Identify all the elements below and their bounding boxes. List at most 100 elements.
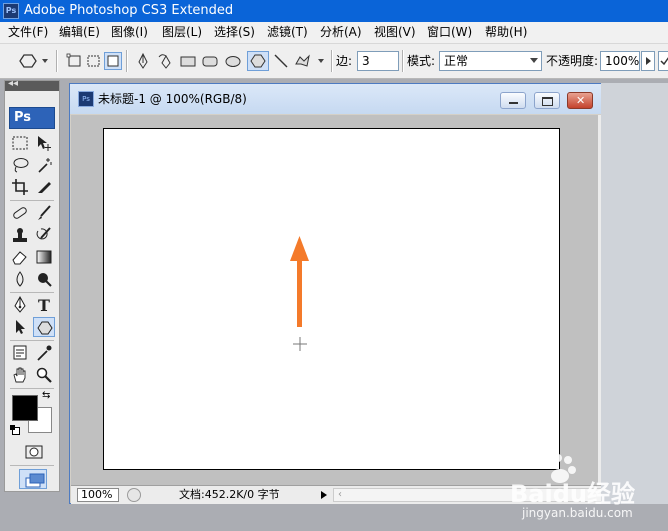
opacity-label: 不透明度: [546,54,599,68]
polygon-icon [37,321,53,335]
toolbox-panel: ◂◂ Ps T ⇆ [4,78,60,492]
status-info-icon[interactable] [127,488,141,502]
status-menu-arrow-icon[interactable] [321,491,327,499]
menu-window[interactable]: 窗口(W) [427,24,472,40]
crop-tool[interactable] [9,177,31,197]
pen-icon [14,296,26,313]
document-title: 未标题-1 @ 100%(RGB/8) [98,92,247,106]
pen-tool-option[interactable] [134,52,152,70]
magic-wand-icon [38,158,52,173]
ellipse-option[interactable] [224,52,242,70]
menu-select[interactable]: 选择(S) [214,24,255,40]
menu-help[interactable]: 帮助(H) [485,24,527,40]
sides-label: 边: [336,54,353,68]
menu-layer[interactable]: 图层(L) [162,24,202,40]
eraser-tool[interactable] [9,247,31,267]
hand-icon [13,367,26,383]
rounded-rectangle-icon [202,56,218,67]
custom-shape-option[interactable] [293,52,327,70]
swap-colors-icon[interactable]: ⇆ [42,390,50,401]
gradient-tool[interactable] [33,247,55,267]
type-tool[interactable]: T [33,295,55,315]
fill-pixels-button[interactable] [104,52,122,70]
opacity-slider-button[interactable] [641,51,655,71]
dodge-tool[interactable] [33,269,55,289]
minimize-button[interactable] [500,92,526,109]
foreground-color-fill [12,395,38,421]
rectangle-option[interactable] [179,52,197,70]
magnifier-icon [36,367,52,383]
freeform-pen-option[interactable] [157,52,175,70]
polygon-preset-icon [19,54,48,68]
zoom-tool[interactable] [33,365,55,385]
crosshair-cursor-icon [293,337,307,351]
line-option[interactable] [272,52,290,70]
crop-icon [12,179,28,195]
zoom-level-field[interactable]: 100% [77,488,119,502]
document-title-bar[interactable]: Ps 未标题-1 @ 100%(RGB/8) ✕ [70,84,606,114]
options-separator [56,50,58,72]
canvas[interactable] [103,128,560,470]
checkmark-icon [660,57,668,66]
chevron-right-icon [646,57,651,65]
hand-tool[interactable] [9,365,31,385]
type-icon: T [38,296,50,314]
polygon-option[interactable] [247,51,269,71]
slice-tool[interactable] [33,177,55,197]
opacity-input[interactable]: 100% [600,51,640,71]
antialias-checkbox[interactable] [658,51,668,71]
healing-brush-tool[interactable] [9,203,31,223]
options-bar: 边: 3 模式: 正常 不透明度: 100% [0,44,668,79]
pen-tool[interactable] [9,295,31,315]
history-brush-tool[interactable] [33,225,55,245]
note-icon [13,345,27,360]
menu-filter[interactable]: 滤镜(T) [267,24,308,40]
maximize-button[interactable] [534,92,560,109]
toolbox-ps-logo: Ps [9,107,55,129]
lasso-tool[interactable] [9,155,31,175]
shape-layers-button[interactable] [66,52,84,70]
freeform-pen-icon [158,54,171,69]
scroll-left-icon[interactable]: ‹ [338,489,342,500]
menu-image[interactable]: 图像(I) [111,24,148,40]
arrow-shaft [297,257,302,327]
menu-file[interactable]: 文件(F) [8,24,48,40]
sides-input[interactable]: 3 [357,51,399,71]
line-icon [274,54,288,68]
eyedropper-tool[interactable] [33,343,55,363]
fill-pixels-icon [107,55,119,67]
menu-view[interactable]: 视图(V) [374,24,416,40]
path-selection-icon [16,320,25,334]
notes-tool[interactable] [9,343,31,363]
dodge-icon [38,273,52,287]
marquee-tool[interactable] [9,133,31,153]
canvas-area [71,115,598,485]
minimize-icon [509,102,518,104]
document-ps-icon: Ps [78,91,94,107]
paths-mode-button[interactable] [85,52,103,70]
clone-stamp-tool[interactable] [9,225,31,245]
magic-wand-tool[interactable] [33,155,55,175]
maximize-icon [542,97,553,106]
gradient-icon [36,250,52,264]
screen-mode-button[interactable] [19,469,47,489]
mode-select[interactable]: 正常 [439,51,542,71]
default-colors-icon[interactable] [10,425,20,435]
close-button[interactable]: ✕ [567,92,593,109]
menu-analysis[interactable]: 分析(A) [320,24,362,40]
menu-edit[interactable]: 编辑(E) [59,24,100,40]
move-tool[interactable] [33,133,55,153]
rounded-rectangle-option[interactable] [201,52,219,70]
svg-text:T: T [38,296,50,314]
polygon-tool[interactable] [33,317,55,337]
stamp-icon [13,228,27,242]
toolbox-header[interactable]: ◂◂ [5,78,59,91]
history-brush-icon [36,227,51,240]
quick-mask-button[interactable] [22,443,44,461]
blur-tool[interactable] [9,269,31,289]
brush-tool[interactable] [33,203,55,223]
path-selection-tool[interactable] [9,317,31,337]
tool-preset-picker[interactable] [14,52,50,70]
mode-value: 正常 [444,54,469,68]
right-panel-dock [601,83,668,504]
